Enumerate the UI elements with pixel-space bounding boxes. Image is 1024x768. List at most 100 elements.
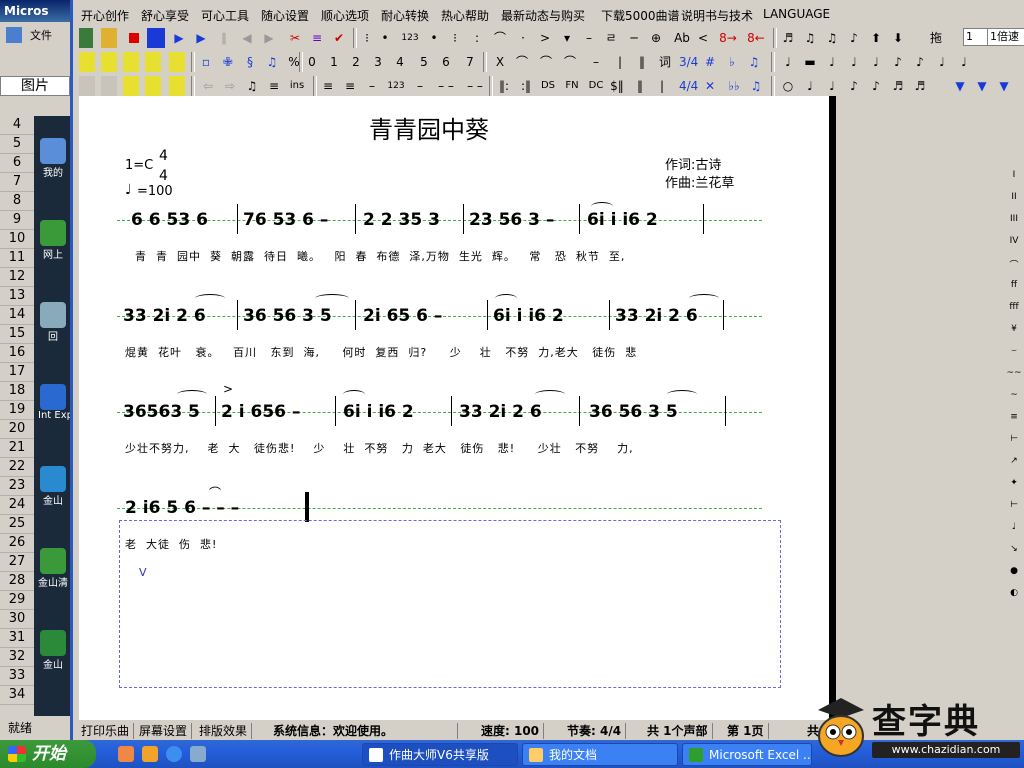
measure-1-4[interactable]: 23 56 3 – — [469, 210, 554, 230]
menu-item[interactable]: 可心工具 — [201, 7, 249, 24]
sharp-button[interactable]: # — [703, 52, 717, 72]
symbol-tool[interactable]: ⊢ — [1004, 500, 1024, 510]
layout-button[interactable]: 排版效果 — [195, 723, 253, 739]
row-header[interactable]: 12 — [0, 268, 34, 287]
symbol-tool[interactable]: II — [1004, 192, 1024, 202]
natural-button[interactable]: ✕ — [703, 76, 717, 96]
ins-button[interactable]: ins — [287, 76, 307, 96]
print-button[interactable]: 打印乐曲 — [77, 723, 135, 739]
triplet-icon[interactable]: ⌒ — [563, 52, 577, 72]
down-arrow-icon[interactable]: ⬇ — [891, 28, 905, 48]
digit-2-button[interactable]: 2 — [349, 52, 363, 72]
symbol-tool[interactable]: I — [1004, 170, 1024, 180]
row-header[interactable]: 5 — [0, 135, 34, 154]
dot4-icon[interactable]: : — [471, 28, 483, 48]
bar3-icon[interactable]: | — [655, 76, 669, 96]
format1-icon[interactable] — [79, 52, 95, 72]
note16-icon[interactable]: ♬ — [781, 28, 795, 48]
row-header[interactable]: 33 — [0, 667, 34, 686]
dash3-icon[interactable]: – — [413, 76, 427, 96]
measure-1-2[interactable]: 76 53 6 – — [243, 210, 328, 230]
gt-icon[interactable]: > — [539, 28, 551, 48]
bar-icon[interactable]: | — [613, 52, 627, 72]
symbol-tool[interactable]: ⌣ — [1004, 346, 1024, 356]
dash5-icon[interactable]: – – – — [463, 76, 487, 113]
half-rest-icon[interactable]: ♩ — [825, 52, 839, 72]
menu-item[interactable]: 耐心转换 — [381, 7, 429, 24]
row-header[interactable]: 14 — [0, 306, 34, 325]
menu-item[interactable]: 热心帮助 — [441, 7, 489, 24]
row-header[interactable]: 25 — [0, 515, 34, 534]
eighth2-icon[interactable]: ♪ — [847, 76, 861, 96]
whole-rest-icon[interactable]: ▬ — [803, 52, 817, 72]
menu-item[interactable]: 随心设置 — [261, 7, 309, 24]
row-header[interactable]: 23 — [0, 477, 34, 496]
eight-down-button[interactable]: 8← — [745, 28, 767, 48]
double-bar-icon[interactable]: ‖ — [635, 52, 649, 72]
row-header[interactable]: 21 — [0, 439, 34, 458]
menu-item[interactable]: 说明书与技术 — [681, 7, 753, 24]
digits-button[interactable]: 123 — [399, 28, 421, 48]
quick-launch-icon[interactable] — [142, 746, 158, 762]
row-header[interactable]: 17 — [0, 363, 34, 382]
taskbar-item-documents[interactable]: 我的文档 — [522, 743, 678, 766]
flat-button[interactable]: ♭ — [725, 52, 739, 72]
beam-icon[interactable]: ♫ — [265, 52, 279, 72]
fermata-icon[interactable]: ⌒ — [493, 28, 507, 48]
bar2-icon[interactable]: ‖ — [633, 76, 647, 96]
check-icon[interactable]: ✔ — [331, 28, 347, 48]
time-3-4-button[interactable]: 3/4 — [679, 52, 698, 72]
symbol-tool[interactable]: ⌒ — [1004, 258, 1024, 271]
measure-3-4[interactable]: 33 2i 2 6 — [459, 402, 542, 422]
start-button[interactable]: 开始 — [0, 740, 96, 768]
row-header[interactable]: 11 — [0, 249, 34, 268]
measure-2-5[interactable]: 33 2i 2 6 — [615, 306, 698, 326]
pause-icon[interactable]: ∥ — [218, 28, 230, 48]
dropdown3-icon[interactable]: ▼ — [997, 76, 1011, 96]
excel-menu[interactable]: 文件 — [0, 24, 70, 46]
measure-3-1[interactable]: 36563 5 — [123, 402, 200, 422]
eighth3-icon[interactable]: ♪ — [869, 76, 883, 96]
screen-settings-button[interactable]: 屏幕设置 — [135, 723, 193, 739]
row-header[interactable]: 31 — [0, 629, 34, 648]
measure-icon[interactable]: ≡ — [309, 28, 325, 48]
rest-icon[interactable]: ▫ — [199, 52, 213, 72]
minus-icon[interactable]: – — [583, 28, 595, 48]
row-header[interactable]: 28 — [0, 572, 34, 591]
quarter3-icon[interactable]: ♩ — [869, 52, 883, 72]
sign-icon[interactable]: § — [243, 52, 257, 72]
taskbar-item-composer[interactable]: 作曲大师V6共享版 — [362, 743, 518, 766]
redo-icon[interactable]: ⇨ — [223, 76, 237, 96]
align2-icon[interactable]: ≡ — [321, 76, 335, 96]
format2-icon[interactable] — [101, 52, 117, 72]
menu-item[interactable]: 下载5000曲谱 — [601, 7, 680, 24]
quarter4-icon[interactable]: ♩ — [825, 76, 839, 96]
row-header[interactable]: 29 — [0, 591, 34, 610]
segno-icon[interactable]: $‖ — [609, 76, 625, 96]
format8-icon[interactable] — [123, 76, 139, 96]
measure-1-1[interactable]: 6 6 53 6 — [131, 210, 208, 230]
desktop-icon[interactable]: 回 — [38, 302, 68, 343]
menu-item[interactable]: 顺心选项 — [321, 7, 369, 24]
speed-select[interactable]: 1倍速 — [987, 28, 1024, 46]
measure-3-3[interactable]: 6i i i6 2 — [343, 402, 414, 422]
down-icon[interactable]: ▾ — [561, 28, 573, 48]
symbol-tool[interactable]: ✦ — [1004, 478, 1024, 488]
digit-4-button[interactable]: 4 — [393, 52, 407, 72]
time-4-4-button[interactable]: 4/4 — [679, 76, 698, 96]
symbol-tool[interactable]: ≡ — [1004, 412, 1024, 422]
beam4-icon[interactable]: ♫ — [749, 76, 763, 96]
align-icon[interactable]: ≡ — [267, 76, 281, 96]
excel-toolbar[interactable] — [0, 50, 70, 72]
row-header[interactable]: 34 — [0, 686, 34, 705]
digits2-button[interactable]: 123 — [385, 76, 407, 96]
taskbar-item-excel[interactable]: Microsoft Excel ... — [682, 743, 812, 766]
slur-icon[interactable]: ⌒ — [539, 52, 553, 72]
row-header[interactable]: 26 — [0, 534, 34, 553]
repeat-bar-icon[interactable]: ‖: — [497, 76, 511, 96]
row-header[interactable]: 7 — [0, 173, 34, 192]
desktop-icon[interactable]: 金山 — [38, 630, 68, 671]
quarter-icon[interactable]: ♩ — [781, 52, 795, 72]
symbol-tool[interactable]: ~ — [1004, 390, 1024, 400]
digit-1-button[interactable]: 1 — [327, 52, 341, 72]
